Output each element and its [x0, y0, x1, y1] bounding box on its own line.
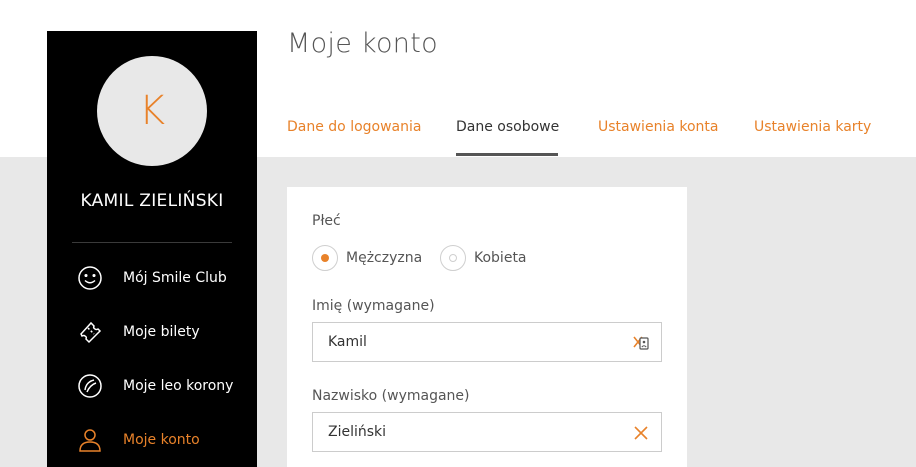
clear-autofill-icon[interactable] [631, 333, 651, 353]
sidebar-item-smile-club[interactable]: Mój Smile Club [77, 263, 252, 293]
sidebar-item-label: Moje bilety [123, 324, 200, 340]
radio-label: Kobieta [474, 250, 527, 266]
last-name-field[interactable]: Zieliński [312, 412, 662, 452]
sidebar-item-label: Moje leo korony [123, 378, 234, 394]
first-name-value: Kamil [328, 334, 367, 350]
radio-circle[interactable] [312, 245, 338, 271]
sidebar-divider [72, 242, 232, 243]
sidebar-item-leo-crowns[interactable]: Moje leo korony [77, 371, 252, 401]
gender-label: Płeć [312, 213, 341, 229]
page-title: Moje konto [287, 28, 438, 59]
user-name: KAMIL ZIELIŃSKI [80, 191, 224, 211]
sidebar-item-tickets[interactable]: Moje bilety [77, 317, 252, 347]
personal-data-form: Płeć Mężczyzna Kobieta Imię (wymagane) K… [287, 187, 687, 467]
first-name-field[interactable]: Kamil [312, 322, 662, 362]
radio-circle[interactable] [440, 245, 466, 271]
sidebar-item-label: Mój Smile Club [123, 270, 227, 286]
tab-login-data[interactable]: Dane do logowania [287, 119, 421, 135]
tab-card-settings[interactable]: Ustawienia karty [754, 119, 871, 135]
first-name-label: Imię (wymagane) [312, 298, 435, 314]
sidebar: K KAMIL ZIELIŃSKI Mój Smile Club Moje bi… [47, 31, 257, 467]
tab-account-settings[interactable]: Ustawienia konta [598, 119, 718, 135]
avatar: K [97, 56, 207, 166]
gender-radio-female[interactable]: Kobieta [440, 245, 527, 271]
last-name-value: Zieliński [328, 424, 387, 440]
last-name-label: Nazwisko (wymagane) [312, 388, 470, 404]
radio-selected-dot [321, 254, 329, 262]
clear-icon[interactable] [631, 423, 651, 443]
radio-label: Mężczyzna [346, 250, 423, 266]
smile-icon [77, 265, 103, 291]
sidebar-item-label: Moje konto [123, 432, 200, 448]
crown-coin-icon [77, 373, 103, 399]
tab-personal-data[interactable]: Dane osobowe [456, 119, 559, 135]
radio-unselected-dot [449, 254, 457, 262]
gender-radio-male[interactable]: Mężczyzna [312, 245, 422, 271]
active-tab-indicator [456, 153, 558, 156]
user-icon [77, 427, 103, 453]
avatar-initial: K [138, 88, 166, 134]
sidebar-item-my-account[interactable]: Moje konto [77, 425, 252, 455]
ticket-icon [77, 319, 103, 345]
